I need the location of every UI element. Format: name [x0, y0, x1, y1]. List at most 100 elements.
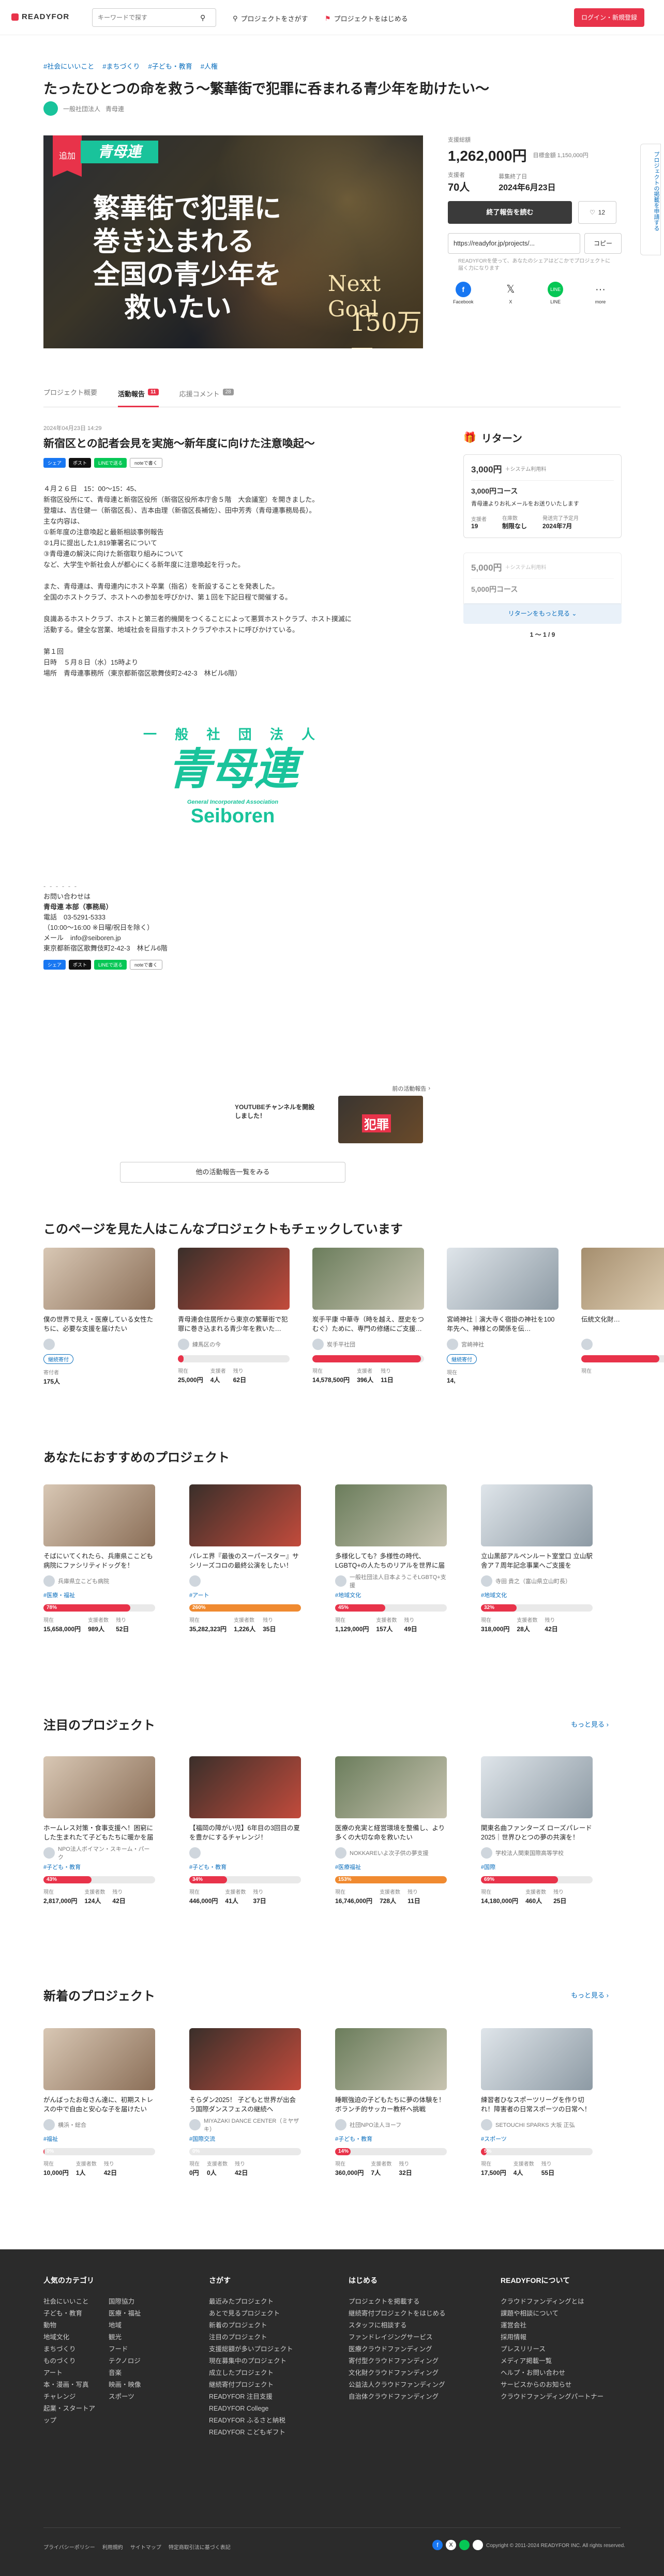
project-card[interactable]: 宮崎神社｜演大寺く宿掛の神社を100年先へ、神様との関係を伝… 宮崎神社 継続寄付現…: [447, 1248, 559, 1384]
search-input[interactable]: [98, 14, 196, 21]
footer-link[interactable]: あとで見るプロジェクト: [209, 2308, 293, 2320]
footer-link[interactable]: 運営会社: [501, 2320, 603, 2332]
footer-link[interactable]: READYFOR 注目支援: [209, 2391, 293, 2403]
footer-link[interactable]: フード: [109, 2343, 165, 2355]
prev-report[interactable]: 前の活動報告 › YOUTUBEチャンネルを開設しました！ 犯罪: [235, 1084, 430, 1143]
search-icon[interactable]: ⚲: [200, 13, 205, 22]
x-icon[interactable]: X: [446, 2540, 456, 2550]
note-button[interactable]: noteで書く: [130, 960, 162, 970]
share-url-field[interactable]: https://readyfor.jp/projects/...: [448, 233, 580, 254]
footer-link[interactable]: 起業・スタートアップ: [43, 2403, 100, 2427]
footer-link[interactable]: ヘルプ・お問い合わせ: [501, 2367, 603, 2379]
footer-link[interactable]: 継続寄付プロジェクト: [209, 2379, 293, 2391]
footer-link[interactable]: 公益法人クラウドファンディング: [349, 2379, 446, 2391]
project-card[interactable]: そばにいてくれたら、兵庫県ここども病院にファシリティドッグを！ 兵庫県立こども病院…: [43, 1484, 155, 1633]
project-card[interactable]: ホームレス対策・食事支援へ！困窮にした生まれたて子どもたちに暖かを届けたい NPO…: [43, 1756, 155, 1905]
readyfor-logo[interactable]: READYFOR: [11, 12, 69, 21]
tag-link[interactable]: #まちづくり: [102, 61, 140, 71]
footer-link[interactable]: メディア掲載一覧: [501, 2355, 603, 2367]
x-post-button[interactable]: ポスト: [69, 458, 92, 468]
commerce-law-link[interactable]: 特定商取引法に基づく表記: [169, 2543, 231, 2551]
privacy-link[interactable]: プライバシーポリシー: [43, 2543, 95, 2551]
organizer[interactable]: 一般社団法人 青母連: [43, 101, 124, 116]
footer-link[interactable]: READYFOR College: [209, 2403, 293, 2415]
line-send-button[interactable]: LINEで送る: [94, 960, 127, 970]
more-returns-button[interactable]: リターンをもっと見る ⌄: [463, 603, 622, 624]
footer-link[interactable]: クラウドファンディングパートナー: [501, 2391, 603, 2403]
footer-link[interactable]: 課題や相談について: [501, 2308, 603, 2320]
footer-link[interactable]: 観光: [109, 2332, 165, 2343]
project-card[interactable]: 多様化しても？多様性の時代、LGBTQ+の人たちのリアルを世界に届けたい一般社団…: [335, 1484, 447, 1633]
footer-link[interactable]: 地域: [109, 2320, 165, 2332]
terms-link[interactable]: 利用規約: [102, 2543, 123, 2551]
copy-button[interactable]: コピー: [584, 233, 622, 254]
footer-link[interactable]: READYFOR こどもギフト: [209, 2427, 293, 2439]
tab-reports[interactable]: 活動報告 11: [118, 385, 159, 407]
footer-link[interactable]: 本・漫画・写真: [43, 2379, 100, 2391]
footer-link[interactable]: 文化財クラウドファンディング: [349, 2367, 446, 2379]
new-more-link[interactable]: もっと見る ›: [571, 1990, 609, 2000]
footer-link[interactable]: まちづくり: [43, 2343, 100, 2355]
start-project-link[interactable]: ⚑ プロジェクトをはじめる: [325, 13, 408, 23]
tag-link[interactable]: #人権: [201, 61, 218, 71]
find-projects-link[interactable]: ⚲ プロジェクトをさがす: [233, 13, 308, 23]
login-button[interactable]: ログイン・新規登録: [574, 8, 644, 27]
all-reports-button[interactable]: 他の活動報告一覧をみる: [120, 1162, 345, 1183]
facebook-icon[interactable]: f: [432, 2540, 443, 2550]
project-card[interactable]: がんばったお母さん達に、初期ストレスの中で自由と安心な子を届けたい 横浜・総合 #福…: [43, 2028, 155, 2177]
project-card[interactable]: 青母連会住居所から東京の繁華街で犯罪に巻き込まれる青少年を救いた… 練馬区の今 現在…: [178, 1248, 290, 1384]
project-card[interactable]: 僕の世界で見え・医療している女性たちに、必要な支援を届けたい 継続寄付 寄付者 175…: [43, 1248, 155, 1386]
footer-link[interactable]: アート: [43, 2367, 100, 2379]
project-card[interactable]: 睡眠強迫の子どもたちに夢の体験を！ボランチ的サッカー教杯へ挑戦 社団NPO法人ヨー…: [335, 2028, 447, 2177]
footer-link[interactable]: 採用情報: [501, 2332, 603, 2343]
project-card[interactable]: バレエ界『最後のスーパースター』サシリーズコロの最終公演をしたい！ #アート 260…: [189, 1484, 301, 1633]
footer-link[interactable]: 映画・映像: [109, 2379, 165, 2391]
project-card[interactable]: 関東名曲ファンターズ ローズパレード2025｜世界ひとつの夢の共演を！ 学校法人関…: [481, 1756, 593, 1905]
footer-link[interactable]: 成立したプロジェクト: [209, 2367, 293, 2379]
note-icon[interactable]: [473, 2540, 483, 2550]
more-share[interactable]: ··· more: [593, 282, 608, 304]
project-card[interactable]: 練習者ひなスポーツリーグを作り切れ！障害者の日常スポーツの日常へ！ SETOUCH…: [481, 2028, 593, 2177]
footer-link[interactable]: 子ども・教育: [43, 2308, 100, 2320]
return-card[interactable]: 5,000円 ＋システム利用料 5,000円コース: [463, 553, 622, 604]
footer-link[interactable]: スタッフに相談する: [349, 2320, 446, 2332]
footer-link[interactable]: テクノロジ: [109, 2355, 165, 2367]
sitemap-link[interactable]: サイトマップ: [130, 2543, 161, 2551]
project-card[interactable]: 【福岡の障がい児】6年目の3回目の夏を豊かにするチャレンジ！ #子ども・教育 34%…: [189, 1756, 301, 1905]
x-share[interactable]: 𝕏X: [503, 282, 518, 304]
hero-image[interactable]: 追加 青母連 繁華街で犯罪に 巻き込まれる 全国の青少年を 救いたい Next Goa…: [43, 135, 423, 348]
line-share[interactable]: LINE LINE: [548, 282, 564, 304]
favorite-button[interactable]: ♡ 12: [578, 201, 616, 224]
footer-link[interactable]: ものづくり: [43, 2355, 100, 2367]
facebook-share[interactable]: f Facebook: [453, 282, 474, 304]
project-card[interactable]: 炭手平康 中華寺（時を越え、歴史をつむぐ）ために、専門の修繕にご支援… 炭手平社団…: [312, 1248, 424, 1384]
footer-link[interactable]: 医療・福祉: [109, 2308, 165, 2320]
read-end-report-button[interactable]: 終了報告を読む: [448, 201, 572, 224]
facebook-share-button[interactable]: シェア: [43, 960, 66, 970]
footer-link[interactable]: 現在募集中のプロジェクト: [209, 2355, 293, 2367]
apply-side-tab[interactable]: プロジェクトの掲載を申請する: [640, 144, 661, 255]
footer-link[interactable]: 寄付型クラウドファンディング: [349, 2355, 446, 2367]
note-button[interactable]: noteで書く: [130, 458, 162, 468]
footer-link[interactable]: 最近みたプロジェクト: [209, 2296, 293, 2308]
footer-link[interactable]: ファンドレイジングサービス: [349, 2332, 446, 2343]
facebook-share-button[interactable]: シェア: [43, 458, 66, 468]
footer-link[interactable]: 自治体クラウドファンディング: [349, 2391, 446, 2403]
project-card[interactable]: 医療の充実と経営環境を整備し、より多くの大切な命を救いたい NOKKAREいよ次子…: [335, 1756, 447, 1905]
footer-link[interactable]: チャレンジ: [43, 2391, 100, 2403]
tab-comments[interactable]: 応援コメント 28: [179, 385, 234, 407]
footer-link[interactable]: 継続寄付プロジェクトをはじめる: [349, 2308, 446, 2320]
line-send-button[interactable]: LINEで送る: [94, 458, 127, 468]
footer-link[interactable]: プロジェクトを掲載する: [349, 2296, 446, 2308]
footer-link[interactable]: スポーツ: [109, 2391, 165, 2403]
footer-link[interactable]: サービスからのお知らせ: [501, 2379, 603, 2391]
footer-link[interactable]: 支援総額が多いプロジェクト: [209, 2343, 293, 2355]
footer-link[interactable]: 動物: [43, 2320, 100, 2332]
footer-link[interactable]: プレスリリース: [501, 2343, 603, 2355]
tag-link[interactable]: #子ども・教育: [148, 61, 192, 71]
tag-link[interactable]: #社会にいいこと: [43, 61, 94, 71]
footer-link[interactable]: クラウドファンディングとは: [501, 2296, 603, 2308]
featured-more-link[interactable]: もっと見る ›: [571, 1719, 609, 1729]
x-post-button[interactable]: ポスト: [69, 960, 92, 970]
footer-link[interactable]: 新着のプロジェクト: [209, 2320, 293, 2332]
